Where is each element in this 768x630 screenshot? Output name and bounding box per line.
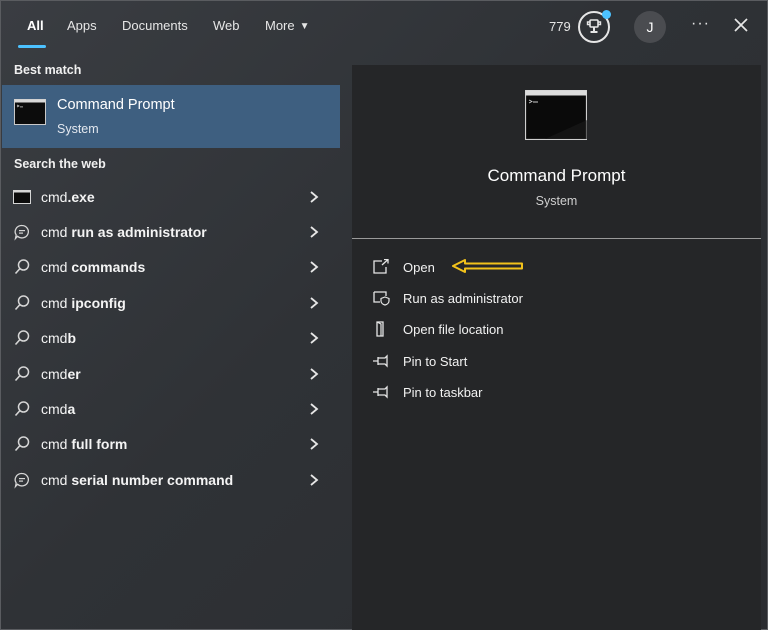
web-result-item[interactable]: cmd serial number command xyxy=(2,463,340,497)
search-icon xyxy=(14,366,30,382)
web-result-label: cmd.exe xyxy=(41,189,95,205)
web-result-label: cmd run as administrator xyxy=(41,224,207,240)
web-result-label: cmd serial number command xyxy=(41,472,234,488)
notification-badge xyxy=(602,10,611,19)
web-result-label: cmda xyxy=(41,401,76,417)
web-result-label: cmdb xyxy=(41,330,77,346)
preview-panel: Command Prompt System Open Run as admini… xyxy=(352,65,761,630)
chevron-right-icon xyxy=(310,438,319,450)
rewards-points: 779 xyxy=(549,19,571,34)
chevron-right-icon xyxy=(310,297,319,309)
action-label: Pin to taskbar xyxy=(403,385,483,400)
best-match-title: Command Prompt xyxy=(57,97,175,113)
annotation-arrow-icon xyxy=(452,259,523,273)
pin-to-start-button[interactable]: Pin to Start xyxy=(372,350,672,374)
chevron-right-icon xyxy=(310,368,319,380)
chevron-right-icon xyxy=(310,403,319,415)
chevron-right-icon xyxy=(310,226,319,238)
chevron-right-icon xyxy=(310,261,319,273)
close-icon[interactable] xyxy=(732,16,750,34)
web-result-item[interactable]: cmder xyxy=(2,357,340,391)
search-icon xyxy=(14,295,30,311)
web-result-label: cmd commands xyxy=(41,259,146,275)
tab-all[interactable]: All xyxy=(27,18,44,33)
caret-down-icon: ▼ xyxy=(299,21,310,32)
action-label: Open xyxy=(403,260,435,275)
web-result-item[interactable]: cmda xyxy=(2,392,340,426)
action-label: Run as administrator xyxy=(403,291,523,306)
web-result-label: cmder xyxy=(41,366,81,382)
web-result-item[interactable]: cmd commands xyxy=(2,250,340,284)
action-label: Pin to Start xyxy=(403,354,468,369)
web-result-item[interactable]: cmd ipconfig xyxy=(2,286,340,320)
search-icon xyxy=(14,401,30,417)
command-prompt-icon xyxy=(525,90,587,140)
search-web-heading: Search the web xyxy=(14,157,106,171)
best-match-result[interactable]: Command Prompt System xyxy=(2,85,340,148)
terminal-icon xyxy=(13,190,31,204)
web-result-label: cmd ipconfig xyxy=(41,295,126,311)
best-match-subtitle: System xyxy=(57,122,99,136)
tab-documents[interactable]: Documents xyxy=(122,18,188,33)
tab-more-label: More xyxy=(265,18,295,33)
pin-to-taskbar-button[interactable]: Pin to taskbar xyxy=(372,381,672,405)
command-prompt-icon xyxy=(14,99,46,125)
search-top-bar: All Apps Documents Web More ▼ 779 J ··· xyxy=(1,1,767,53)
pin-icon xyxy=(373,385,388,399)
web-result-item[interactable]: cmd.exe xyxy=(2,180,340,214)
search-icon xyxy=(14,259,30,275)
chevron-right-icon xyxy=(310,191,319,203)
tab-apps[interactable]: Apps xyxy=(67,18,97,33)
tab-web[interactable]: Web xyxy=(213,18,240,33)
chat-search-icon xyxy=(14,224,29,241)
search-window: All Apps Documents Web More ▼ 779 J ··· B… xyxy=(0,0,768,630)
search-icon xyxy=(14,330,30,346)
pin-icon xyxy=(373,354,388,368)
chevron-right-icon xyxy=(310,474,319,486)
web-result-item[interactable]: cmd run as administrator xyxy=(2,215,340,249)
avatar[interactable]: J xyxy=(634,11,666,43)
chat-search-icon xyxy=(14,472,29,489)
shield-window-icon xyxy=(373,291,390,306)
tab-more[interactable]: More ▼ xyxy=(265,18,310,33)
active-tab-indicator xyxy=(18,45,46,48)
more-options-icon[interactable]: ··· xyxy=(691,15,710,33)
web-result-item[interactable]: cmdb xyxy=(2,321,340,355)
best-match-heading: Best match xyxy=(14,63,82,77)
preview-subtitle: System xyxy=(535,194,578,208)
divider xyxy=(352,238,761,239)
folder-icon xyxy=(376,321,384,337)
search-icon xyxy=(14,436,30,452)
run-as-admin-button[interactable]: Run as administrator xyxy=(372,287,672,311)
preview-title: Command Prompt xyxy=(487,166,626,185)
chevron-right-icon xyxy=(310,332,319,344)
trophy-icon xyxy=(586,19,602,33)
web-result-label: cmd full form xyxy=(41,436,128,452)
open-window-icon xyxy=(373,259,389,274)
action-label: Open file location xyxy=(403,322,504,337)
web-result-item[interactable]: cmd full form xyxy=(2,427,340,461)
open-file-location-button[interactable]: Open file location xyxy=(372,318,672,342)
